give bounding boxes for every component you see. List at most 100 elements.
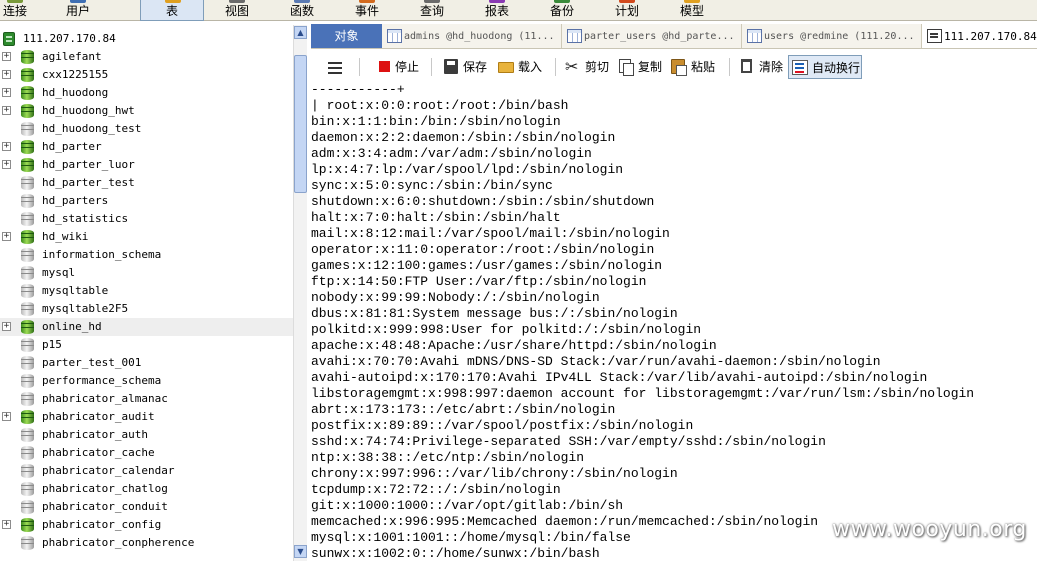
- database-row[interactable]: mysqltable: [0, 282, 293, 300]
- menu-function-label: 函数: [289, 4, 314, 18]
- database-row[interactable]: + cxx1225155: [0, 66, 293, 84]
- menu-button[interactable]: [315, 55, 351, 79]
- connection-tree: 111.207.170.84 + agilefant + cxx1225155 + hd_…: [0, 21, 293, 561]
- save-button[interactable]: 保存: [441, 55, 491, 79]
- expand-plus-icon[interactable]: +: [2, 70, 11, 79]
- database-icon: [21, 302, 34, 316]
- output-line: bin:x:1:1:bin:/bin:/sbin/nologin: [311, 114, 561, 129]
- database-icon: [21, 446, 34, 460]
- database-icon: [21, 230, 34, 244]
- tab-parter-users-label: parter_users @hd_parte...: [584, 31, 735, 42]
- database-row[interactable]: p15: [0, 336, 293, 354]
- menu-report[interactable]: 报表: [467, 0, 527, 21]
- tab-users-redmine[interactable]: users @redmine (111.20...: [742, 24, 922, 48]
- database-row[interactable]: phabricator_conduit: [0, 498, 293, 516]
- menu-function[interactable]: 函数: [272, 0, 332, 21]
- database-row[interactable]: hd_huodong_test: [0, 120, 293, 138]
- database-row[interactable]: phabricator_chatlog: [0, 480, 293, 498]
- database-row[interactable]: parter_test_001: [0, 354, 293, 372]
- expand-plus-icon[interactable]: +: [2, 88, 11, 97]
- database-icon: [21, 212, 34, 226]
- tab-parter-users[interactable]: parter_users @hd_parte...: [562, 24, 742, 48]
- database-row[interactable]: + agilefant: [0, 48, 293, 66]
- database-row[interactable]: hd_parter_test: [0, 174, 293, 192]
- stop-label: 停止: [395, 60, 420, 74]
- scrollbar-thumb[interactable]: [294, 55, 307, 193]
- output-line: dbus:x:81:81:System message bus:/:/sbin/…: [311, 306, 678, 321]
- tab-console-label: 111.207.170.84 -: [944, 30, 1037, 43]
- tab-console[interactable]: 111.207.170.84 -: [922, 24, 1037, 48]
- menu-table-label: 表: [165, 4, 178, 18]
- database-row[interactable]: + hd_parter_luor: [0, 156, 293, 174]
- database-icon: [21, 194, 34, 208]
- console-output[interactable]: -----------+ | root:x:0:0:root:/root:/bin…: [311, 82, 1037, 561]
- word-wrap-toggle[interactable]: 自动换行: [788, 55, 862, 79]
- cut-label: 剪切: [585, 60, 610, 74]
- output-line: sunwx:x:1002:0::/home/sunwx:/bin/bash: [311, 546, 600, 561]
- expand-plus-icon[interactable]: +: [2, 520, 11, 529]
- paste-icon: [671, 59, 687, 76]
- expand-plus-icon[interactable]: +: [2, 142, 11, 151]
- database-icon: [21, 176, 34, 190]
- database-name: phabricator_chatlog: [42, 482, 168, 495]
- expand-plus-icon[interactable]: +: [2, 412, 11, 421]
- database-row[interactable]: phabricator_almanac: [0, 390, 293, 408]
- expand-plus-icon[interactable]: +: [2, 322, 11, 331]
- paste-button[interactable]: 粘贴: [669, 55, 719, 79]
- main-menubar: 连接 用户 表 视图 函数 事件 查询 报表 备份 计划 模型: [0, 0, 1037, 21]
- menu-view[interactable]: 视图: [207, 0, 267, 21]
- database-row[interactable]: mysqltable2F5: [0, 300, 293, 318]
- database-row[interactable]: + hd_huodong: [0, 84, 293, 102]
- database-row[interactable]: + phabricator_config: [0, 516, 293, 534]
- stop-button[interactable]: 停止: [375, 55, 425, 79]
- menu-connection[interactable]: 连接: [0, 0, 30, 21]
- report-icon: [489, 0, 505, 3]
- database-row[interactable]: phabricator_cache: [0, 444, 293, 462]
- cut-button[interactable]: ✂ 剪切: [563, 55, 613, 79]
- menu-event[interactable]: 事件: [337, 0, 397, 21]
- database-name: phabricator_audit: [42, 410, 155, 423]
- database-row[interactable]: + hd_huodong_hwt: [0, 102, 293, 120]
- database-icon: [21, 266, 34, 280]
- menu-table[interactable]: 表: [140, 0, 204, 21]
- database-row[interactable]: hd_parters: [0, 192, 293, 210]
- menu-backup[interactable]: 备份: [532, 0, 592, 21]
- database-row[interactable]: phabricator_calendar: [0, 462, 293, 480]
- copy-button[interactable]: 复制: [616, 55, 666, 79]
- database-row[interactable]: mysql: [0, 264, 293, 282]
- database-row[interactable]: + online_hd: [0, 318, 293, 336]
- expand-plus-icon[interactable]: +: [2, 160, 11, 169]
- database-row[interactable]: information_schema: [0, 246, 293, 264]
- menu-schedule[interactable]: 计划: [597, 0, 657, 21]
- tree-scrollbar[interactable]: ▲ ▼: [293, 25, 307, 561]
- database-row[interactable]: + phabricator_audit: [0, 408, 293, 426]
- expand-plus-icon[interactable]: +: [2, 52, 11, 61]
- output-line: games:x:12:100:games:/usr/games:/sbin/no…: [311, 258, 663, 273]
- database-row[interactable]: + hd_wiki: [0, 228, 293, 246]
- output-line: adm:x:3:4:adm:/var/adm:/sbin/nologin: [311, 146, 592, 161]
- output-line: chrony:x:997:996::/var/lib/chrony:/sbin/…: [311, 466, 678, 481]
- database-row[interactable]: performance_schema: [0, 372, 293, 390]
- load-button[interactable]: 载入: [496, 55, 546, 79]
- watermark: www.wooyun.org: [832, 517, 1027, 542]
- table-grid-icon: [567, 29, 582, 43]
- tab-admins[interactable]: admins @hd_huodong (11...: [382, 24, 562, 48]
- model-icon: [684, 0, 700, 3]
- expand-plus-icon[interactable]: +: [2, 232, 11, 241]
- menu-query[interactable]: 查询: [402, 0, 462, 21]
- stop-icon: [379, 61, 390, 72]
- database-row[interactable]: phabricator_conpherence: [0, 534, 293, 552]
- menu-user[interactable]: 用户: [48, 0, 108, 21]
- scroll-down-arrow-icon[interactable]: ▼: [294, 545, 307, 558]
- database-row[interactable]: hd_statistics: [0, 210, 293, 228]
- clear-button[interactable]: 清除: [738, 55, 788, 79]
- database-icon: [21, 68, 34, 82]
- tab-objects[interactable]: 对象: [311, 24, 382, 48]
- database-name: mysqltable2F5: [42, 302, 129, 315]
- database-row[interactable]: phabricator_auth: [0, 426, 293, 444]
- menu-model[interactable]: 模型: [662, 0, 722, 21]
- database-icon: [21, 50, 34, 64]
- database-row[interactable]: + hd_parter: [0, 138, 293, 156]
- scroll-up-arrow-icon[interactable]: ▲: [294, 26, 307, 39]
- expand-plus-icon[interactable]: +: [2, 106, 11, 115]
